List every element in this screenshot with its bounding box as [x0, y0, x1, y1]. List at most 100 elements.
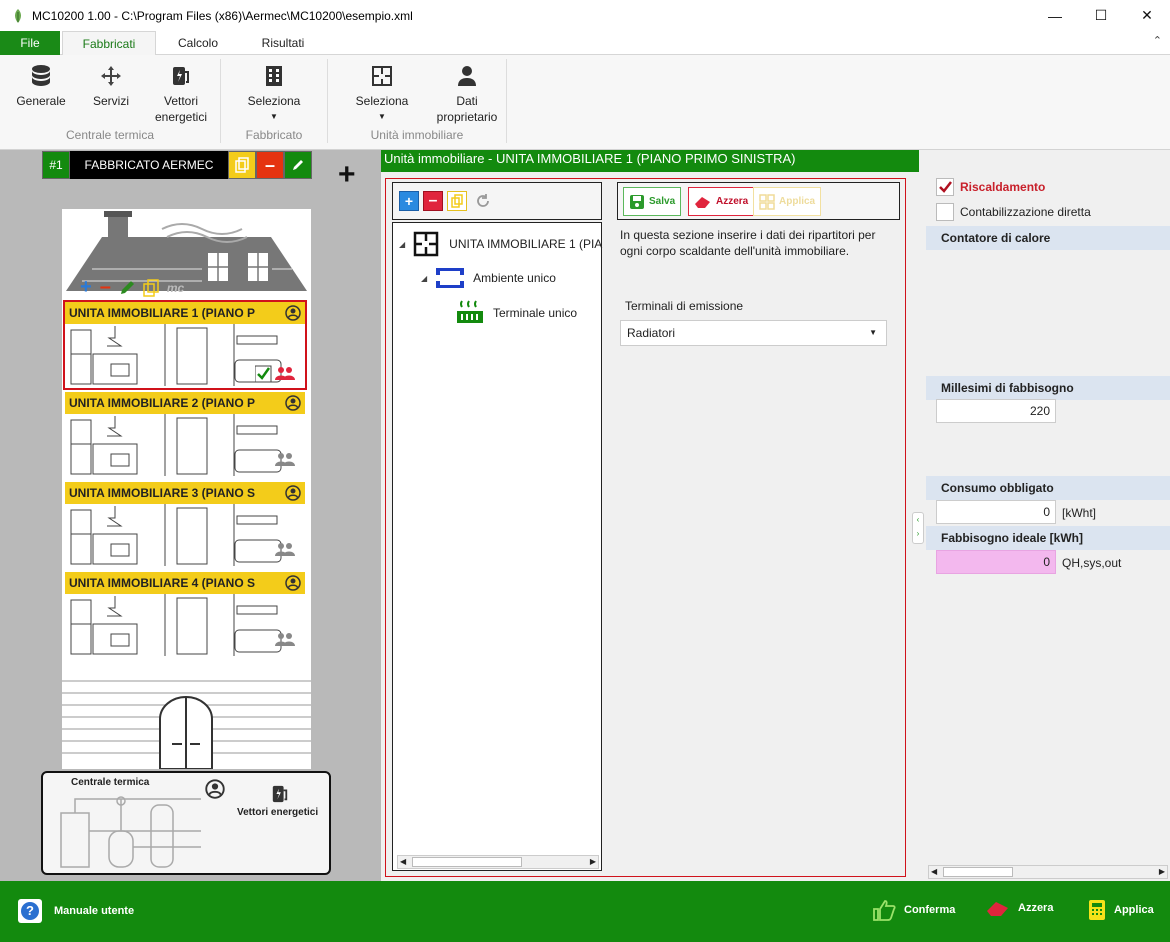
- dati-proprietario-button[interactable]: Dati proprietario: [428, 59, 506, 125]
- copy-icon[interactable]: [447, 191, 467, 211]
- centrale-label: Centrale termica: [71, 777, 150, 788]
- consumo-field[interactable]: 0: [936, 500, 1056, 524]
- azzera-button[interactable]: Azzera: [688, 187, 755, 216]
- owner-icon[interactable]: [205, 779, 225, 799]
- save-icon: [630, 194, 644, 209]
- remove-unit-icon[interactable]: –: [100, 276, 111, 299]
- servizi-button[interactable]: Servizi: [86, 59, 136, 109]
- maximize-button[interactable]: ☐: [1078, 0, 1124, 31]
- millesimi-field[interactable]: 220: [936, 399, 1056, 423]
- seleziona-fabbricato-label: Seleziona: [247, 94, 301, 108]
- info-text-1: In questa sezione inserire i dati dei ri…: [620, 228, 876, 242]
- unit-title: UNITA IMMOBILIARE 2 (PIANO P: [69, 396, 255, 410]
- fabbisogno-unit: QH,sys,out: [1062, 556, 1122, 570]
- unit-card[interactable]: UNITA IMMOBILIARE 3 (PIANO S: [65, 482, 305, 568]
- generale-button[interactable]: Generale: [12, 59, 70, 109]
- azzera-footer-button[interactable]: Azzera: [986, 899, 1053, 917]
- add-unit-icon[interactable]: +: [80, 276, 92, 299]
- right-hscrollbar[interactable]: ◀ ▶: [928, 865, 1168, 879]
- applica-footer-button[interactable]: Applica: [1088, 899, 1154, 921]
- salva-button[interactable]: Salva: [623, 187, 682, 216]
- consumo-unit: [kWht]: [1062, 506, 1097, 520]
- riscaldamento-checkbox[interactable]: [936, 178, 954, 196]
- manuale-label: Manuale utente: [54, 905, 135, 917]
- plant-drawing: [60, 796, 201, 868]
- riscaldamento-label: Riscaldamento: [960, 180, 1046, 194]
- owner-icon[interactable]: [285, 485, 301, 501]
- tab-risultati[interactable]: Risultati: [246, 31, 320, 55]
- conferma-button[interactable]: Conferma: [872, 899, 955, 921]
- expand-icon[interactable]: ◢: [421, 274, 427, 283]
- add-building-icon[interactable]: +: [338, 160, 356, 190]
- copy-building-icon[interactable]: [228, 151, 256, 179]
- tree-node-ambiente[interactable]: ◢ Ambiente unico: [421, 267, 556, 289]
- vettori-label-1: Vettori: [163, 94, 199, 108]
- tree-hscrollbar[interactable]: ◀ ▶: [397, 855, 599, 869]
- splitter-handle[interactable]: ‹ ›: [912, 512, 924, 544]
- unit-title: UNITA IMMOBILIARE 1 (PIANO P: [69, 306, 255, 320]
- terminali-select[interactable]: Radiatori ▼: [620, 320, 887, 346]
- building-name[interactable]: FABBRICATO AERMEC: [70, 151, 228, 179]
- edit-unit-icon[interactable]: [119, 280, 135, 296]
- database-icon: [32, 65, 50, 86]
- remove-icon[interactable]: –: [423, 191, 443, 211]
- tree-node-unita[interactable]: ◢ UNITA IMMOBILIARE 1 (PIA: [399, 231, 602, 257]
- remove-building-icon[interactable]: –: [256, 151, 284, 179]
- fabbisogno-section: Fabbisogno ideale [kWh]: [926, 526, 1170, 550]
- owner-icon[interactable]: [285, 395, 301, 411]
- thumbs-up-icon: [873, 900, 896, 921]
- footer-bar: ? Manuale utente Conferma Azzera Applica: [0, 881, 1170, 942]
- form-toolbar: Salva Azzera Applica: [617, 182, 900, 220]
- radiator-icon: [457, 300, 483, 323]
- tree-label: Ambiente unico: [473, 271, 556, 285]
- status-icons: [255, 365, 295, 383]
- room-icon: [436, 268, 465, 288]
- tab-calcolo[interactable]: Calcolo: [160, 31, 236, 55]
- building-icon: [266, 66, 282, 86]
- roof-toolbar: + – mc: [80, 276, 184, 299]
- azzera-label: Azzera: [716, 196, 749, 207]
- vettori-label: Vettori energetici: [237, 807, 319, 818]
- move-arrows-icon: [101, 66, 121, 86]
- vettori-energetici-button[interactable]: Vettori energetici: [150, 59, 212, 125]
- centrale-termica-card[interactable]: Centrale termica Vettori energetici: [41, 771, 331, 875]
- copy-unit-icon[interactable]: [143, 278, 159, 297]
- unit-card[interactable]: UNITA IMMOBILIARE 1 (PIANO P: [63, 300, 307, 390]
- fuel-pump-icon[interactable]: [271, 783, 289, 805]
- terminali-value: Radiatori: [627, 326, 676, 340]
- expand-icon[interactable]: ◢: [399, 240, 405, 249]
- collapse-ribbon-icon[interactable]: ⌃: [1153, 34, 1162, 47]
- tree-node-terminale[interactable]: Terminale unico: [455, 299, 577, 327]
- close-button[interactable]: ✕: [1124, 0, 1170, 31]
- servizi-label: Servizi: [92, 94, 129, 108]
- dati-label-1: Dati: [456, 94, 478, 108]
- group-unita-immobiliare: Unità immobiliare: [370, 128, 464, 142]
- refresh-icon[interactable]: [473, 191, 493, 211]
- tab-file[interactable]: File: [0, 31, 60, 55]
- edit-building-icon[interactable]: [284, 151, 312, 179]
- seleziona-unita-label: Seleziona: [355, 94, 409, 108]
- app-icon: [15, 8, 21, 23]
- info-text-2: ogni corpo scaldante dell'unità immobili…: [620, 244, 850, 258]
- tree-label: UNITA IMMOBILIARE 1 (PIA: [449, 237, 603, 251]
- terminali-label: Terminali di emissione: [625, 299, 744, 313]
- seleziona-fabbricato-button[interactable]: Seleziona ▼: [244, 59, 304, 125]
- owner-icon[interactable]: [285, 305, 301, 321]
- contabilizzazione-checkbox[interactable]: [936, 203, 954, 221]
- minimize-button[interactable]: —: [1032, 0, 1078, 31]
- millesimi-section: Millesimi di fabbisogno: [926, 376, 1170, 400]
- seleziona-unita-button[interactable]: Seleziona ▼: [352, 59, 412, 125]
- tree-view: ◢ UNITA IMMOBILIARE 1 (PIA ◢ Ambiente un…: [392, 222, 602, 871]
- eraser-icon: [695, 196, 710, 208]
- owner-icon[interactable]: [285, 575, 301, 591]
- unit-card[interactable]: UNITA IMMOBILIARE 4 (PIANO S: [65, 572, 305, 658]
- applica-label: Applica: [779, 196, 816, 207]
- applica-button[interactable]: Applica: [753, 187, 822, 216]
- tab-fabbricati[interactable]: Fabbricati: [62, 31, 156, 56]
- add-icon[interactable]: +: [399, 191, 419, 211]
- eraser-icon: [987, 902, 1008, 916]
- building-number[interactable]: #1: [42, 151, 70, 179]
- ribbon-separator: [506, 59, 507, 143]
- unit-card[interactable]: UNITA IMMOBILIARE 2 (PIANO P: [65, 392, 305, 478]
- manuale-utente-button[interactable]: ? Manuale utente: [18, 899, 134, 923]
